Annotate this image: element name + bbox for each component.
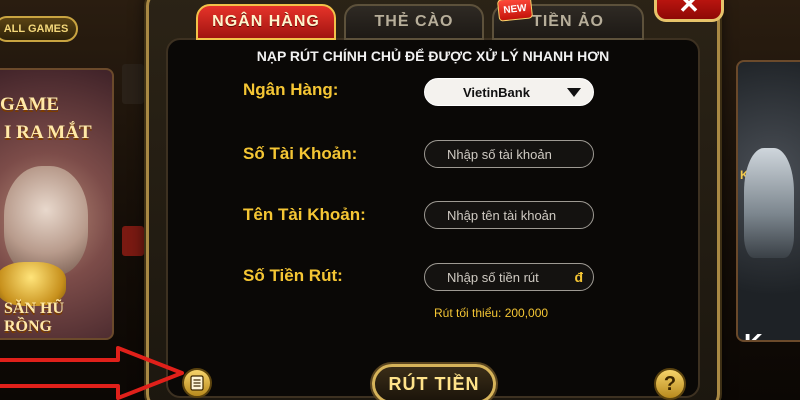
trophy-image xyxy=(744,148,794,258)
account-name-input[interactable]: Nhập tên tài khoản xyxy=(424,201,594,229)
game-card-subtitle: SĂN HŨ RỒNG xyxy=(4,300,65,335)
help-button[interactable]: ? xyxy=(654,368,686,400)
amount-placeholder: Nhập số tiền rút xyxy=(447,269,539,285)
account-number-label: Số Tài Khoản: xyxy=(243,144,358,163)
account-number-input[interactable]: Nhập số tài khoản xyxy=(424,140,594,168)
game-card-right[interactable]: KTI K HO xyxy=(736,60,800,342)
chevron-down-icon xyxy=(567,88,581,97)
account-number-placeholder: Nhập số tài khoản xyxy=(447,146,552,162)
new-badge: NEW xyxy=(496,0,534,22)
card-edge-decoration xyxy=(122,226,144,256)
currency-symbol: đ xyxy=(574,269,583,285)
document-icon xyxy=(190,375,204,391)
bank-select-value: VietinBank xyxy=(463,84,530,100)
amount-label: Số Tiền Rút: xyxy=(243,266,343,285)
game-card-right-title: K xyxy=(744,328,763,340)
minimum-withdraw-note: Rút tối thiểu: 200,000 xyxy=(434,306,549,320)
account-name-placeholder: Nhập tên tài khoản xyxy=(447,207,557,223)
game-card-left[interactable]: GAME I RA MẮT SĂN HŨ RỒNG xyxy=(0,68,114,340)
tab-bank[interactable]: NGÂN HÀNG xyxy=(196,4,336,40)
annotation-arrow-icon xyxy=(0,346,184,400)
payment-tabs: NGÂN HÀNG THẺ CÀO TIỀN ẢO xyxy=(196,4,644,40)
bank-select[interactable]: VietinBank xyxy=(424,78,594,106)
withdraw-notice: NẠP RÚT CHÍNH CHỦ ĐỂ ĐƯỢC XỬ LÝ NHANH HƠ… xyxy=(256,48,610,64)
all-games-button[interactable]: ALL GAMES xyxy=(0,16,78,42)
withdraw-button[interactable]: RÚT TIỀN xyxy=(372,364,496,400)
card-edge-decoration xyxy=(122,64,144,104)
close-button[interactable]: ✕ xyxy=(654,0,724,22)
game-card-title-line2: I RA MẮT xyxy=(4,122,92,143)
bank-label: Ngân Hàng: xyxy=(243,80,339,99)
cat-mascot-image xyxy=(4,166,88,276)
account-name-label: Tên Tài Khoản: xyxy=(243,205,366,224)
tab-scratch-card[interactable]: THẺ CÀO xyxy=(344,4,484,40)
game-card-title-line1: GAME xyxy=(0,94,60,115)
amount-input[interactable]: Nhập số tiền rút đ xyxy=(424,263,594,291)
